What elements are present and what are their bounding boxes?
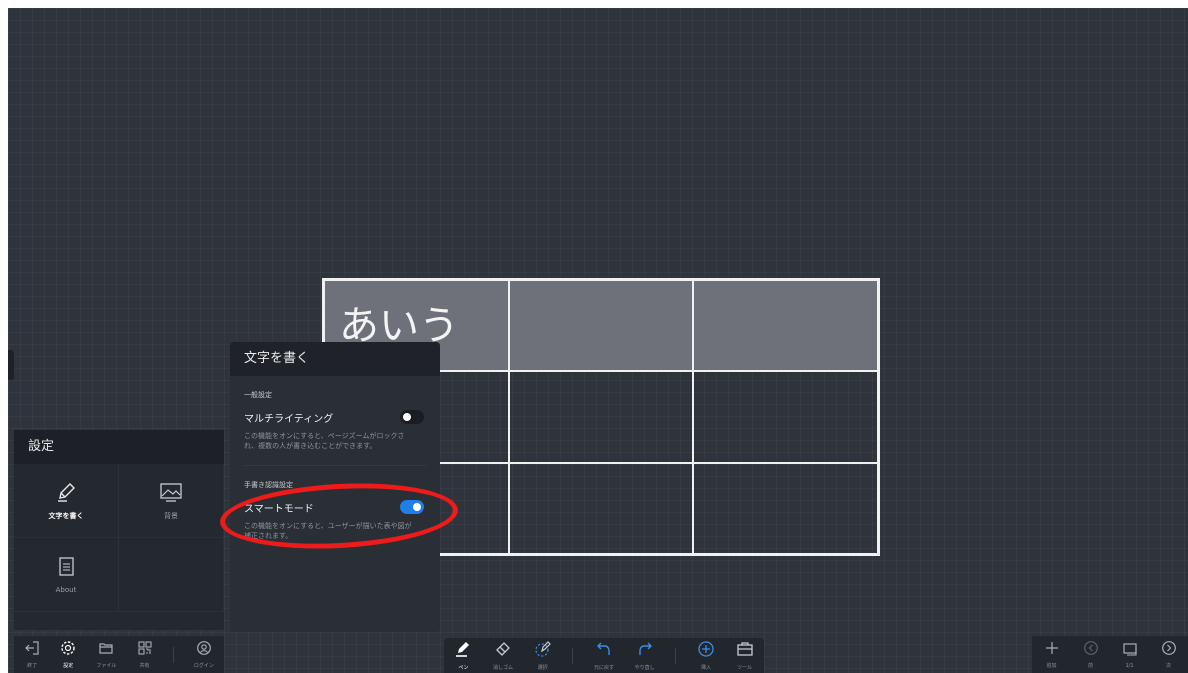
toolbar-label: 終了 <box>27 663 38 669</box>
toolbar-divider <box>675 647 677 664</box>
settings-tile-background[interactable]: 背景 <box>119 464 224 538</box>
exit-icon <box>24 640 40 660</box>
settings-button[interactable]: 設定 <box>60 640 76 669</box>
share-button[interactable]: 共有 <box>137 640 153 669</box>
table-cell[interactable] <box>693 462 878 554</box>
drawing-toolbar: ペン 消しゴム 選択 元に戻す やり直し 挿入 ツール <box>444 638 764 673</box>
exit-button[interactable]: 終了 <box>24 640 40 669</box>
multi-writing-toggle[interactable] <box>400 410 424 424</box>
eraser-icon <box>494 640 512 662</box>
prev-page-button[interactable]: 前 <box>1083 640 1099 669</box>
table-cell[interactable] <box>508 280 694 372</box>
plus-circle-icon <box>697 640 715 662</box>
toolbar-label: ログイン <box>193 663 214 669</box>
settings-title: 設定 <box>14 430 224 464</box>
bottom-left-toolbar: 終了 設定 ファイル 共有 ログイン <box>14 636 224 673</box>
toolbar-label: 前 <box>1087 663 1093 669</box>
undo-button[interactable]: 元に戻す <box>594 640 614 671</box>
settings-tile-label: 背景 <box>164 511 178 520</box>
toolbar-label: ペン <box>458 665 469 671</box>
select-tool-button[interactable]: 選択 <box>534 640 552 671</box>
toolbar-label: ファイル <box>96 663 117 669</box>
folder-icon <box>98 640 114 660</box>
gear-icon <box>60 640 76 660</box>
file-button[interactable]: ファイル <box>96 640 116 669</box>
toolbar-label: 次 <box>1165 663 1171 669</box>
pages-icon <box>1122 641 1138 661</box>
toolbar-label: 設定 <box>63 663 74 669</box>
toolbar-label: 1/1 <box>1125 662 1134 669</box>
table-cell[interactable] <box>508 371 694 463</box>
toolbar-label: 元に戻す <box>593 665 614 671</box>
table-cell[interactable] <box>508 462 694 554</box>
settings-tile-about[interactable]: About <box>14 538 119 612</box>
toolbox-icon <box>736 640 754 662</box>
toggle-knob <box>403 413 411 421</box>
document-icon <box>56 556 76 578</box>
undo-icon <box>595 640 613 662</box>
add-page-button[interactable]: 追加 <box>1044 640 1060 669</box>
toolbar-divider <box>172 646 174 663</box>
table-cell[interactable] <box>693 280 878 372</box>
multi-writing-title: マルチライティング <box>244 414 334 425</box>
toolbar-divider <box>572 647 574 664</box>
write-panel-title: 文字を書く <box>230 342 440 376</box>
redo-icon <box>636 640 654 662</box>
toolbar-label: 選択 <box>537 665 548 671</box>
side-drawer-handle[interactable] <box>8 350 14 380</box>
redo-button[interactable]: やり直し <box>635 640 655 671</box>
login-button[interactable]: ログイン <box>194 640 214 669</box>
toolbar-label: やり直し <box>634 665 655 671</box>
toolbar-label: 挿入 <box>700 665 711 671</box>
page-toolbar: 追加 前 1/1 次 <box>1032 636 1188 673</box>
pen-icon <box>55 481 77 503</box>
multi-writing-option: マルチライティング この機能をオンにすると、ページズームがロックされ、複数の人が… <box>230 400 440 451</box>
prev-icon <box>1083 640 1099 660</box>
next-icon <box>1161 640 1177 660</box>
toolbar-label: 追加 <box>1046 663 1057 669</box>
next-page-button[interactable]: 次 <box>1161 640 1177 669</box>
toolbar-label: 消しゴム <box>492 665 513 671</box>
eraser-tool-button[interactable]: 消しゴム <box>493 640 513 671</box>
pen-icon <box>454 640 472 662</box>
toolbar-label: 共有 <box>139 663 150 669</box>
user-icon <box>196 640 212 660</box>
whiteboard-canvas[interactable]: あいう 設定 文字を書く 背景 About 文字を書く 一般設定 マルチライティ… <box>8 8 1188 673</box>
table-cell[interactable] <box>693 371 878 463</box>
settings-tile-label: 文字を書く <box>48 511 84 520</box>
settings-tile-empty <box>119 538 224 612</box>
pen-tool-button[interactable]: ペン <box>454 640 472 671</box>
toolbar-label: ツール <box>737 665 753 671</box>
settings-tile-label: About <box>55 585 77 594</box>
plus-icon <box>1044 640 1060 660</box>
general-settings-label: 一般設定 <box>244 391 272 399</box>
pages-button[interactable]: 1/1 <box>1122 641 1138 669</box>
lasso-icon <box>534 640 552 662</box>
qr-code-icon <box>137 640 153 660</box>
settings-tile-write[interactable]: 文字を書く <box>14 464 119 538</box>
settings-panel: 設定 文字を書く 背景 About <box>14 430 224 630</box>
multi-writing-description: この機能をオンにすると、ページズームがロックされ、複数の人が書き込むことができま… <box>244 432 405 450</box>
tools-button[interactable]: ツール <box>736 640 754 671</box>
image-icon <box>159 481 183 503</box>
insert-button[interactable]: 挿入 <box>697 640 715 671</box>
